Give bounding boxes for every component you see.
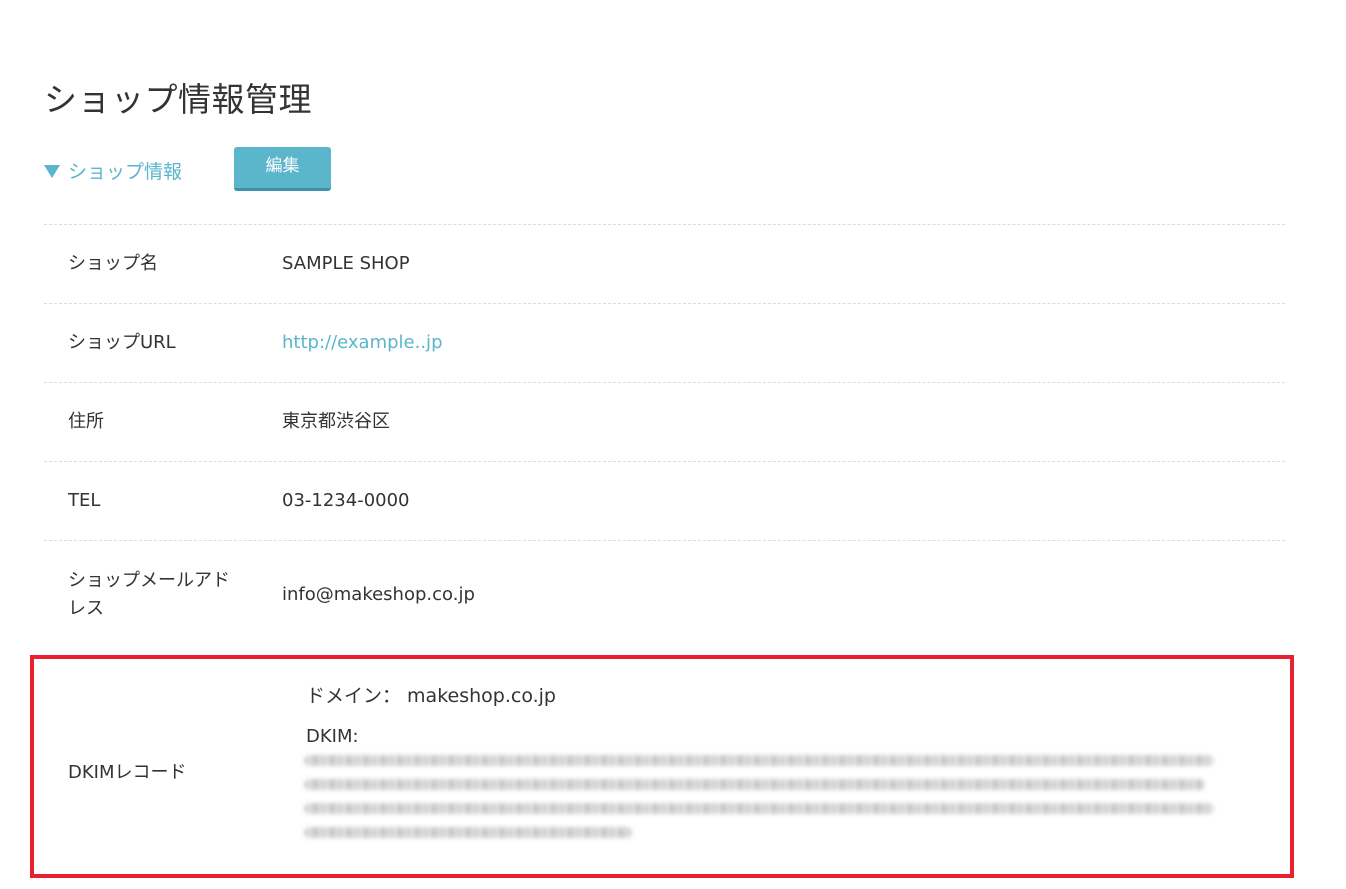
row-value: SAMPLE SHOP [282,253,410,274]
row-value: 東京都渋谷区 [282,411,390,432]
row-label: 住所 [68,411,104,432]
edit-button[interactable]: 編集 [234,147,331,191]
dkim-title: DKIM: [306,726,359,747]
table-row-shop-url: ショップURL http://example..jp [44,303,1285,382]
section-header: ショップ情報 編集 [44,146,331,194]
row-label: TEL [68,490,101,511]
row-label: ショップURL [68,332,176,353]
dkim-record-highlight: DKIMレコード ドメイン： makeshop.co.jp DKIM: [30,655,1294,878]
redacted-line [304,827,632,838]
shop-info-toggle-label: ショップ情報 [68,160,183,183]
shop-info-toggle[interactable]: ショップ情報 [44,157,182,184]
row-label: ショップメールアドレス [68,569,230,619]
row-value: info@makeshop.co.jp [282,583,475,605]
redacted-line [304,779,1205,790]
table-row-address: 住所 東京都渋谷区 [44,382,1285,461]
row-label: ショップ名 [68,253,158,274]
redacted-line [304,803,1214,814]
table-row-email: ショップメールアドレス info@makeshop.co.jp [44,540,1285,648]
page-title: ショップ情報管理 [44,80,312,120]
shop-url-link[interactable]: http://example..jp [282,332,443,353]
dkim-record-label: DKIMレコード [68,762,187,783]
row-value-container: http://example..jp [282,329,1285,357]
triangle-down-icon [44,164,60,178]
dkim-domain-value: ドメイン： makeshop.co.jp [306,685,556,707]
dkim-key-redacted [304,755,1214,859]
shop-info-table: ショップ名 SAMPLE SHOP ショップURL http://example… [44,224,1285,648]
redacted-line [304,755,1214,766]
table-row-tel: TEL 03-1234-0000 [44,461,1285,540]
table-row-shop-name: ショップ名 SAMPLE SHOP [44,224,1285,303]
row-value: 03-1234-0000 [282,490,410,511]
